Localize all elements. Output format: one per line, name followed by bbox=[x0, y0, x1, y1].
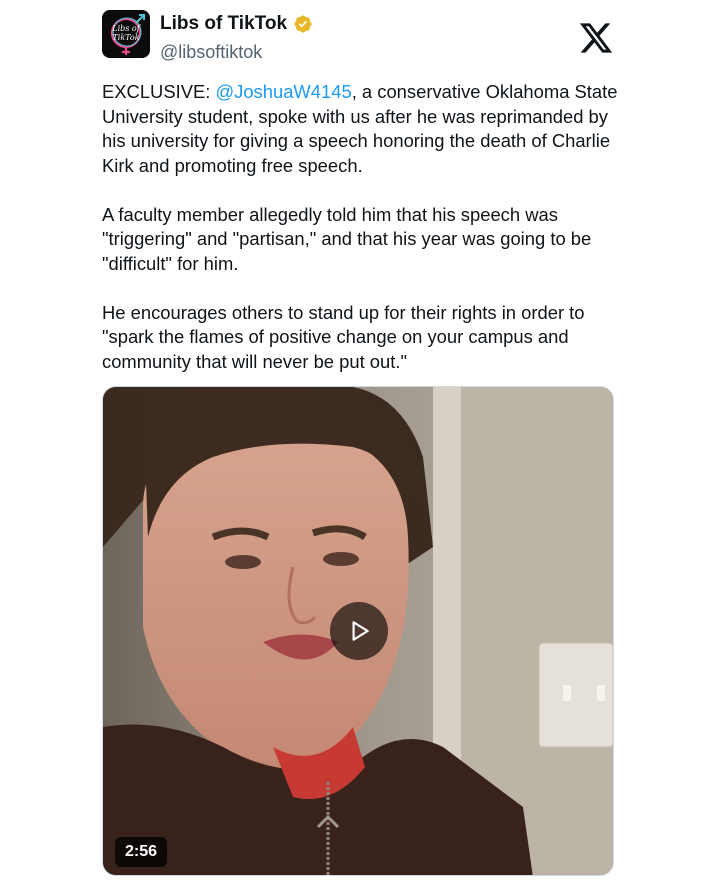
x-logo-icon[interactable] bbox=[578, 20, 614, 56]
exclusive-prefix: EXCLUSIVE: bbox=[102, 81, 216, 102]
tweet-paragraph-2: A faculty member allegedly told him that… bbox=[102, 203, 592, 274]
author-name-row[interactable]: Libs of TikTok bbox=[160, 12, 313, 36]
video-duration-badge: 2:56 bbox=[115, 837, 168, 867]
tweet-paragraph-3: He encourages others to stand up for the… bbox=[102, 301, 585, 372]
svg-text:Libs of: Libs of bbox=[111, 24, 141, 33]
mention-link[interactable]: @JoshuaW4145 bbox=[215, 81, 351, 102]
verified-badge-icon bbox=[293, 14, 313, 34]
play-icon bbox=[352, 621, 369, 641]
tweet-paragraph-1: EXCLUSIVE: @JoshuaW4145, a conservative … bbox=[102, 80, 622, 178]
tweet-card: Libs of TikTok Libs of TikTok @libsoftik… bbox=[0, 0, 715, 894]
avatar-logo-image: Libs of TikTok bbox=[102, 10, 150, 58]
author-display-name[interactable]: Libs of TikTok bbox=[160, 12, 287, 36]
tweet-text: EXCLUSIVE: @JoshuaW4145, a conservative … bbox=[102, 80, 622, 399]
author-handle[interactable]: @libsoftiktok bbox=[160, 39, 313, 65]
avatar[interactable]: Libs of TikTok bbox=[102, 10, 150, 58]
video-player[interactable]: 2:56 bbox=[102, 386, 614, 876]
svg-text:TikTok: TikTok bbox=[112, 33, 139, 42]
play-button[interactable] bbox=[330, 602, 388, 660]
tweet-header: Libs of TikTok Libs of TikTok @libsoftik… bbox=[102, 10, 622, 66]
